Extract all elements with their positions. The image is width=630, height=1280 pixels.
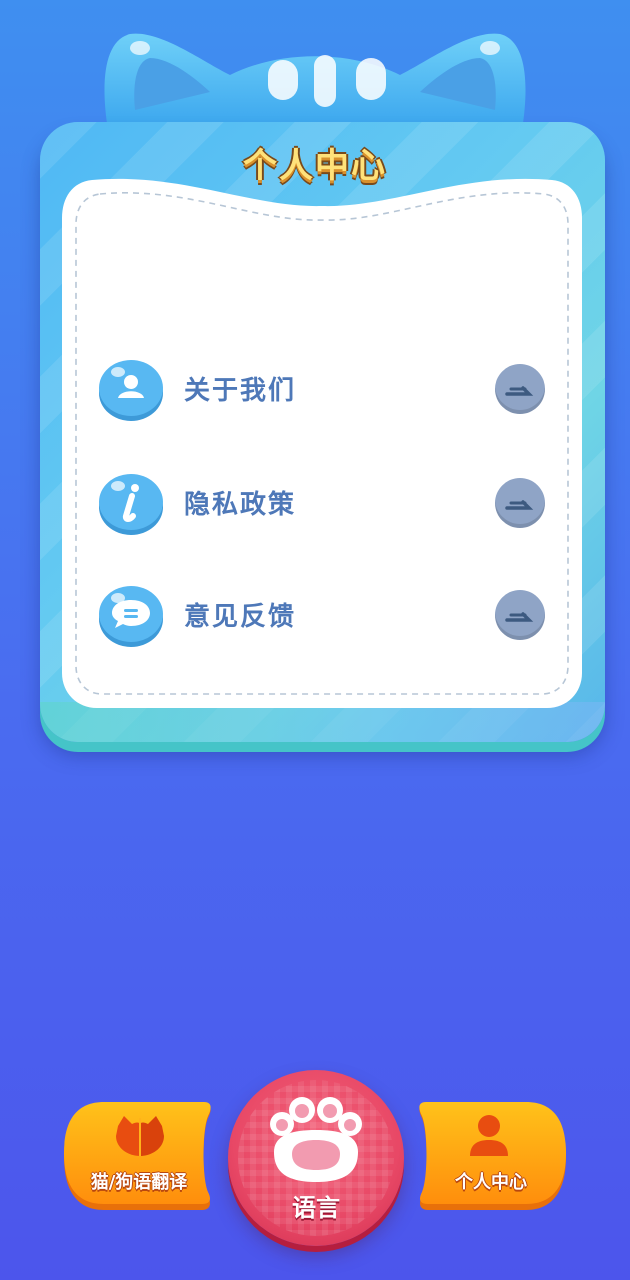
tab-language-label: 语言 xyxy=(292,1194,340,1222)
menu-item-label: 关于我们 xyxy=(184,376,297,406)
chat-icon xyxy=(99,586,163,647)
tab-translate[interactable]: 猫/狗语翻译 xyxy=(64,1102,214,1212)
tab-profile[interactable]: 个人中心 xyxy=(416,1102,566,1212)
person-icon xyxy=(470,1115,508,1156)
cat-dog-icon xyxy=(116,1116,164,1156)
tab-profile-label: 个人中心 xyxy=(455,1172,527,1193)
tab-translate-label: 猫/狗语翻译 xyxy=(90,1172,188,1193)
menu-item-label: 隐私政策 xyxy=(184,490,297,520)
menu-item-feedback[interactable]: 意见反馈 xyxy=(98,582,548,652)
user-icon xyxy=(99,360,163,421)
arrow-right-icon[interactable] xyxy=(495,590,545,640)
page-title: 个人中心 xyxy=(243,146,387,186)
arrow-right-icon[interactable] xyxy=(495,364,545,414)
info-icon xyxy=(99,474,163,535)
card-bottom-band xyxy=(40,702,605,742)
menu-item-privacy[interactable]: 隐私政策 xyxy=(98,470,548,540)
tab-language[interactable]: 语言 xyxy=(228,1070,404,1246)
arrow-right-icon[interactable] xyxy=(495,478,545,528)
menu-item-about[interactable]: 关于我们 xyxy=(98,356,548,426)
bottom-tab-bar: 猫/狗语翻译 语言 个人中心 xyxy=(0,1060,630,1280)
menu-item-label: 意见反馈 xyxy=(184,602,297,632)
